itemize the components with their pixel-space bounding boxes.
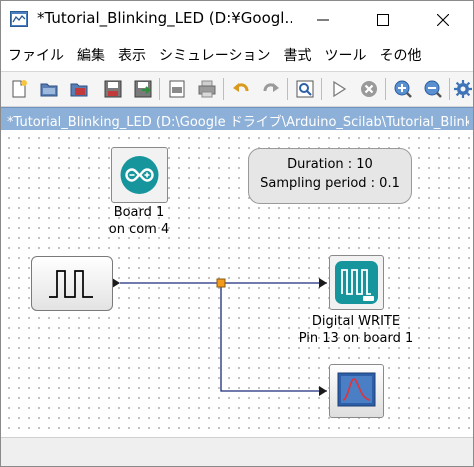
save-icon: [104, 80, 122, 98]
arduino-logo-icon: [120, 156, 159, 194]
scope-icon: [337, 372, 376, 407]
save-as-icon: [134, 80, 152, 98]
split-point[interactable]: [216, 278, 226, 288]
pulse-wave-icon: [49, 270, 93, 298]
menu-format[interactable]: 書式: [276, 45, 317, 65]
minimize-icon: [317, 19, 329, 21]
menu-tools[interactable]: ツール: [317, 45, 372, 65]
zoom-in-button[interactable]: [391, 77, 415, 101]
redo-icon: [263, 83, 279, 92]
status-bar: [1, 437, 473, 466]
open-in-scilab-icon: [70, 83, 88, 97]
digital-write-input-arrow: [319, 278, 327, 288]
title-bar: *Tutorial_Blinking_LED (D:¥Googl...: [1, 1, 473, 39]
undo-button[interactable]: [229, 77, 253, 101]
board-label-line1: Board 1: [113, 205, 165, 220]
toolbar-separator: [159, 78, 160, 100]
toolbar-separator: [321, 78, 322, 100]
save-as-button[interactable]: [131, 77, 155, 101]
fit-diagram-button[interactable]: [293, 77, 317, 101]
scope-block[interactable]: [329, 364, 384, 418]
close-button[interactable]: [413, 1, 473, 39]
start-button[interactable]: [327, 77, 351, 101]
export-button[interactable]: [165, 77, 189, 101]
diagram-tab[interactable]: *Tutorial_Blinking_LED (D:\Google ドライブ\A…: [1, 107, 473, 131]
export-icon: [169, 80, 185, 98]
maximize-icon: [377, 14, 389, 26]
toolbar-separator: [449, 78, 450, 100]
menu-edit[interactable]: 編集: [70, 45, 111, 65]
close-icon: [437, 14, 449, 26]
minimize-button[interactable]: [293, 1, 353, 39]
menu-simulation[interactable]: シミュレーション: [152, 45, 276, 65]
open-button[interactable]: [37, 77, 61, 101]
simulation-parameters-box[interactable]: Duration : 10 Sampling period : 0.1: [248, 148, 412, 204]
print-button[interactable]: [195, 77, 219, 101]
digital-write-label-line2: Pin 13 on board 1: [298, 331, 414, 346]
menu-file[interactable]: ファイル: [1, 45, 70, 65]
save-button[interactable]: [101, 77, 125, 101]
board-label-line2: on com 4: [108, 222, 170, 237]
stop-button[interactable]: [357, 77, 381, 101]
scope-input-arrow: [319, 386, 327, 396]
new-diagram-icon: [12, 80, 27, 98]
toolbar: [1, 71, 473, 107]
digital-write-icon: [335, 261, 378, 304]
open-in-scilab-button[interactable]: [67, 77, 91, 101]
diagram-path: *Tutorial_Blinking_LED (D:\Google ドライブ\A…: [7, 115, 469, 130]
menu-bar: ファイル 編集 表示 シミュレーション 書式 ツール その他: [1, 42, 473, 68]
duration-text: Duration : 10: [287, 157, 373, 172]
toolbar-separator: [287, 78, 288, 100]
xcos-window: *Tutorial_Blinking_LED (D:¥Googl... ファイル…: [0, 0, 474, 467]
maximize-button[interactable]: [353, 1, 413, 39]
digital-write-block[interactable]: [329, 255, 384, 310]
toolbar-separator: [223, 78, 224, 100]
toolbar-separator: [385, 78, 386, 100]
menu-other[interactable]: その他: [372, 45, 427, 65]
xcos-app-icon: [10, 11, 28, 27]
redo-button[interactable]: [259, 77, 283, 101]
arduino-setup-block[interactable]: [111, 147, 168, 203]
digital-write-label-line1: Digital WRITE: [311, 314, 401, 329]
window-title: *Tutorial_Blinking_LED (D:¥Googl...: [37, 9, 292, 27]
new-diagram-button[interactable]: [7, 77, 31, 101]
sampling-period-text: Sampling period : 0.1: [260, 176, 400, 191]
stop-icon: [361, 81, 377, 97]
undo-icon: [233, 83, 249, 92]
print-icon: [198, 80, 216, 98]
start-icon: [333, 80, 347, 98]
fit-diagram-icon: [296, 80, 314, 98]
zoom-out-icon: [424, 80, 442, 98]
diagram-canvas[interactable]: Board 1 on com 4 Duration : 10 Sampling …: [1, 130, 473, 437]
zoom-out-button[interactable]: [421, 77, 445, 101]
zoom-in-icon: [394, 80, 412, 98]
open-icon: [40, 83, 58, 97]
menu-view[interactable]: 表示: [111, 45, 152, 65]
settings-icon: [454, 80, 472, 98]
pulse-generator-block[interactable]: [31, 256, 113, 311]
pulse-output-port[interactable]: [112, 278, 120, 288]
settings-button[interactable]: [453, 77, 473, 101]
